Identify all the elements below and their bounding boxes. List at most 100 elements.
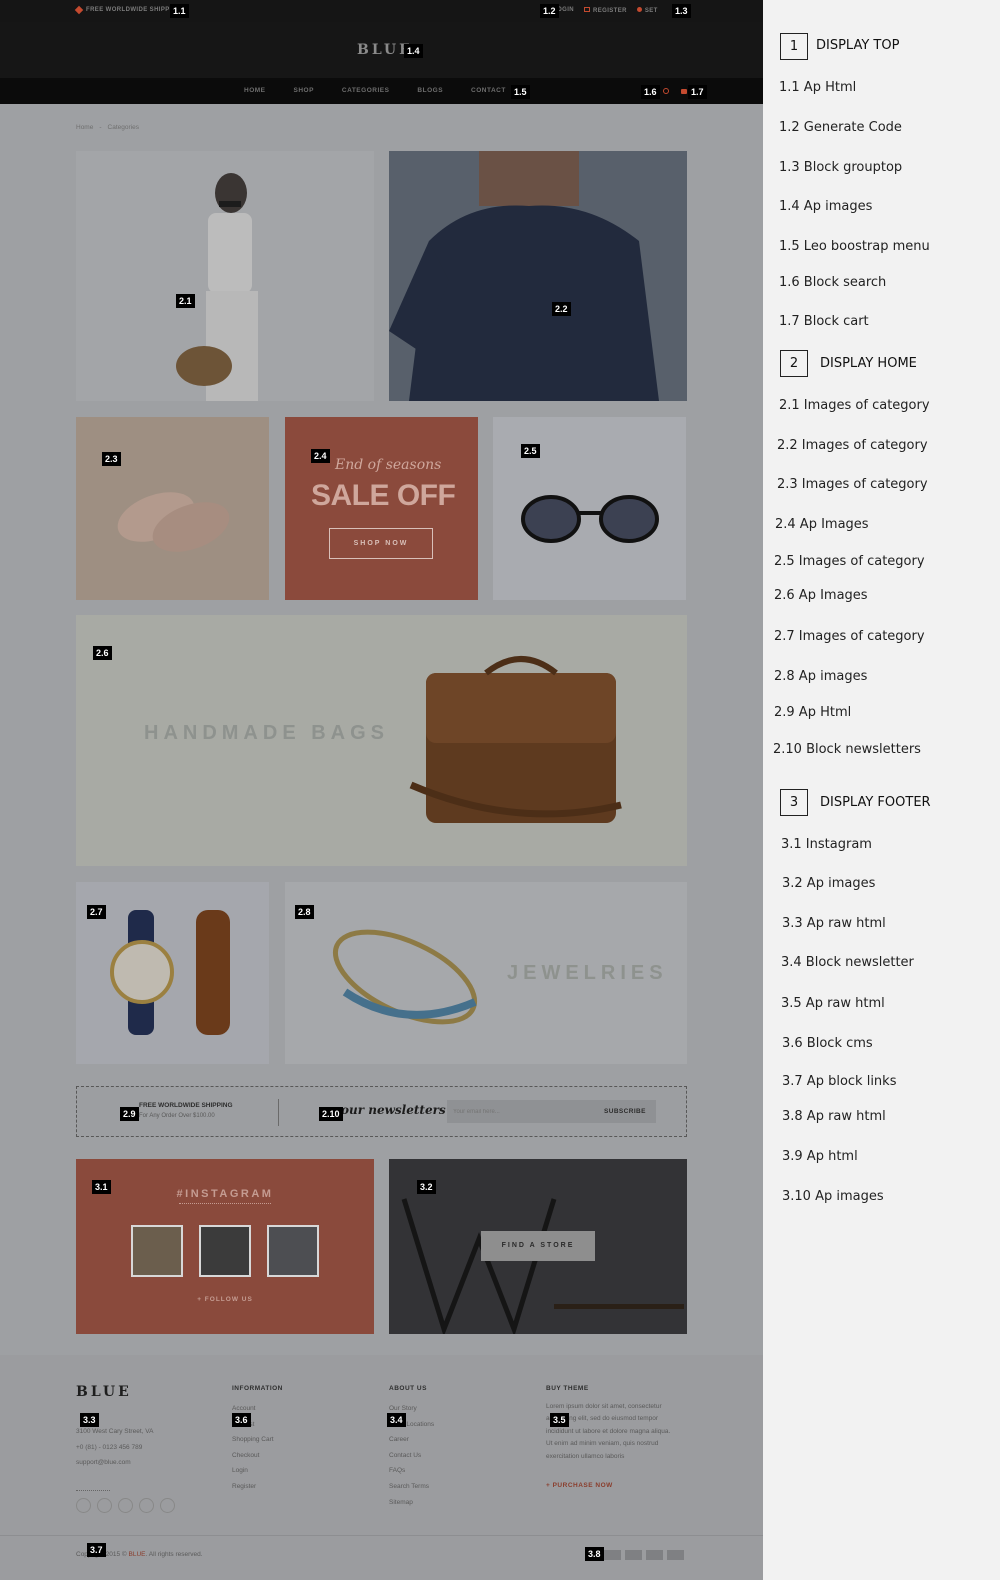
tag-2-3: 2.3 [102,452,121,466]
legend-item: 3.2 Ap images [782,876,876,891]
footer-link[interactable]: Login [232,1463,274,1479]
legend-item: 3.7 Ap block links [782,1074,897,1089]
shop-now-button[interactable]: SHOP NOW [329,528,433,559]
footer-divider [76,1490,110,1491]
instagram-icon[interactable] [160,1498,175,1513]
handmade-bags-banner[interactable]: HANDMADE BAGS [76,615,687,866]
legend-panel: 1 DISPLAY TOP 1.1 Ap Html 1.2 Generate C… [763,0,1000,1580]
newsletter-form: SUBSCRIBE [447,1100,656,1123]
legend-item: 3.4 Block newsletter [781,955,914,970]
tag-1-3: 1.3 [672,4,691,18]
legend-item: 3.1 Instagram [781,837,872,852]
paypal-icon [604,1550,621,1560]
breadcrumb: Home - Categories [76,124,139,131]
register-link[interactable]: REGISTER [584,7,627,14]
tag-2-6: 2.6 [93,646,112,660]
copyright-brand[interactable]: BLUE [129,1551,146,1558]
tag-2-1: 2.1 [176,294,195,308]
follow-us-link[interactable]: + FOLLOW US [76,1296,374,1303]
tag-1-5: 1.5 [511,85,530,99]
instagram-photo-2[interactable] [199,1225,251,1277]
section-number-1: 1 [780,33,808,60]
legend-item: 1.6 Block search [779,275,887,290]
instagram-photo-3[interactable] [267,1225,319,1277]
buy-text-line: exercitation ullamco laboris [546,1452,625,1460]
nav-home[interactable]: HOME [244,87,266,94]
nav-blogs[interactable]: BLOGS [417,87,443,94]
search-icon[interactable] [663,88,669,94]
tag-1-1: 1.1 [170,4,189,18]
footer-link[interactable]: Search Terms [389,1479,434,1495]
buy-theme-heading: BUY THEME [546,1385,589,1392]
shipping-text: FREE WORLDWIDE SHIPPIG [86,7,177,13]
tag-1-4: 1.4 [404,44,423,58]
legend-item: 2.7 Images of category [774,629,925,644]
legend-item: 1.7 Block cart [779,314,869,329]
footer-link[interactable]: Shopping Cart [232,1432,274,1448]
tag-3-2: 3.2 [417,1180,436,1194]
purchase-now-link[interactable]: + PURCHASE NOW [546,1482,613,1489]
cart-icon[interactable] [681,89,687,94]
legend-item: 2.3 Images of category [777,477,928,492]
information-heading: INFORMATION [232,1385,283,1392]
visa-icon [667,1550,684,1560]
footer-email[interactable]: support@blue.com [76,1455,153,1471]
sandals-illustration [117,492,230,552]
tag-3-8: 3.8 [585,1547,604,1561]
legend-item: 3.5 Ap raw html [781,996,885,1011]
nav-shop[interactable]: SHOP [294,87,314,94]
footer-link[interactable]: Career [389,1432,434,1448]
breadcrumb-current: Categories [107,124,139,131]
twitter-icon[interactable] [118,1498,133,1513]
instagram-block: #INSTAGRAM + FOLLOW US [76,1159,374,1334]
tag-2-9: 2.9 [120,1107,139,1121]
footer-link[interactable]: Register [232,1479,274,1495]
category-image-women[interactable] [76,151,374,401]
find-store-button[interactable]: FIND A STORE [481,1231,595,1261]
footer-link[interactable]: FAQs [389,1463,434,1479]
email-input[interactable] [453,1106,583,1117]
nav-categories[interactable]: CATEGORIES [342,87,390,94]
section-title-display-top: DISPLAY TOP [816,38,900,53]
promo-headline: SALE OFF [311,479,456,512]
amex-icon [646,1550,663,1560]
settings-link[interactable]: SET [636,7,658,14]
legend-item: 3.3 Ap raw html [782,916,886,931]
tag-1-7: 1.7 [688,85,707,99]
title-underline [179,1203,271,1204]
category-image-shoes[interactable] [76,417,269,600]
tag-2-4: 2.4 [311,449,330,463]
newsletter-bar: FREE WORLDWIDE SHIPPING For Any Order Ov… [76,1086,687,1137]
buy-text-line: Ut enim ad minim veniam, quis nostrud [546,1440,659,1448]
man-tshirt-illustration [389,151,659,401]
footer-link[interactable]: Checkout [232,1448,274,1464]
footer-link[interactable]: Sitemap [389,1495,434,1511]
sale-off-banner[interactable]: End of seasons SALE OFF SHOP NOW [285,417,478,600]
legend-item: 2.1 Images of category [779,398,930,413]
jewelries-banner[interactable]: JEWELRIES [285,882,687,1064]
breadcrumb-home[interactable]: Home [76,124,93,131]
nav-contact[interactable]: CONTACT [471,87,506,94]
instagram-title: #INSTAGRAM [176,1188,274,1200]
footer-link[interactable]: Contact Us [389,1448,434,1464]
legend-item: 1.3 Block grouptop [779,160,903,175]
legend-item: 3.10 Ap images [782,1189,884,1204]
tag-2-8: 2.8 [295,905,314,919]
google-plus-icon[interactable] [97,1498,112,1513]
footer: BLUE 3100 West Cary Street, VA +0 (81) -… [0,1355,763,1580]
category-image-men[interactable] [389,151,687,401]
tag-2-2: 2.2 [552,302,571,316]
tag-3-3: 3.3 [80,1413,99,1427]
legend-item: 2.8 Ap images [774,669,868,684]
facebook-icon[interactable] [76,1498,91,1513]
tag-2-7: 2.7 [87,905,106,919]
tag-2-10: 2.10 [319,1107,343,1121]
section-number-3: 3 [780,789,808,816]
pinterest-icon[interactable] [139,1498,154,1513]
instagram-photo-1[interactable] [131,1225,183,1277]
section-title-display-home: DISPLAY HOME [820,356,917,371]
subscribe-button[interactable]: SUBSCRIBE [604,1108,646,1115]
tag-3-5: 3.5 [550,1413,569,1427]
legend-item: 2.6 Ap Images [774,588,868,603]
edit-icon [584,7,590,12]
